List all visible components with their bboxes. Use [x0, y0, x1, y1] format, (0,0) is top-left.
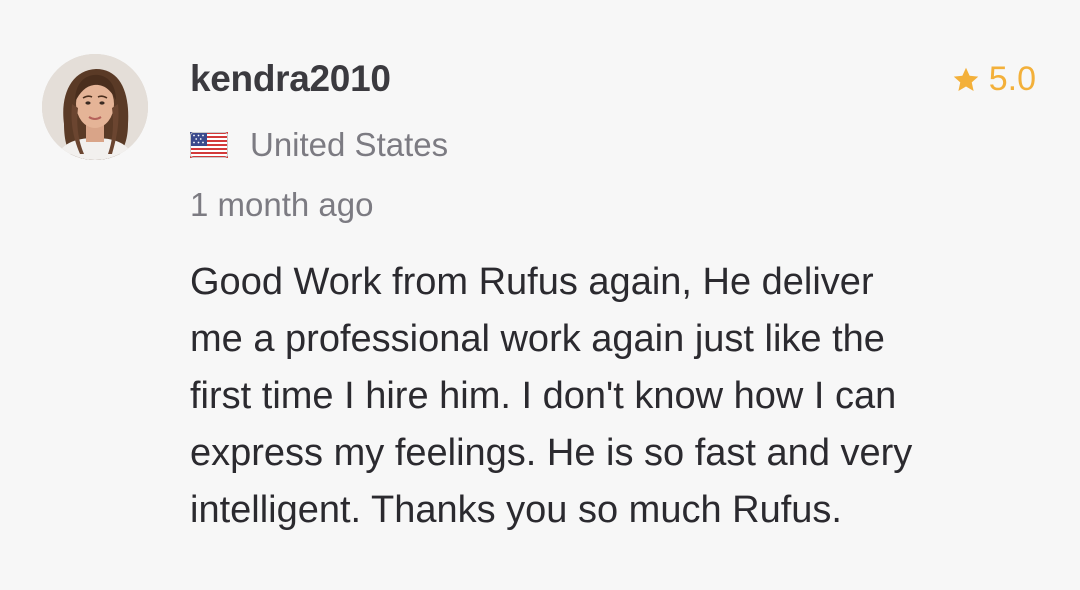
star-icon: [951, 65, 981, 95]
timestamp: 1 month ago: [190, 186, 374, 223]
review-text-line: Good Work from Rufus again, He deliver: [190, 261, 874, 303]
rating-value: 5.0: [988, 60, 1036, 98]
review-card: kendra2010 5.0 United States 1 month ago…: [0, 0, 1080, 590]
review-text-line: intelligent. Thanks you so much Rufus.: [190, 489, 842, 531]
location: United States: [190, 126, 448, 164]
review-text: Good Work from Rufus again, He deliver m…: [190, 254, 1030, 539]
review-text-line: express my feelings. He is so fast and v…: [190, 432, 913, 474]
username[interactable]: kendra2010: [190, 58, 391, 100]
review-text-line: first time I hire him. I don't know how …: [190, 375, 897, 417]
country-label: United States: [250, 126, 449, 163]
review-text-line: me a professional work again just like t…: [190, 318, 885, 360]
rating: 5.0: [951, 60, 1036, 99]
avatar[interactable]: [42, 54, 148, 160]
us-flag-icon: [190, 132, 228, 158]
